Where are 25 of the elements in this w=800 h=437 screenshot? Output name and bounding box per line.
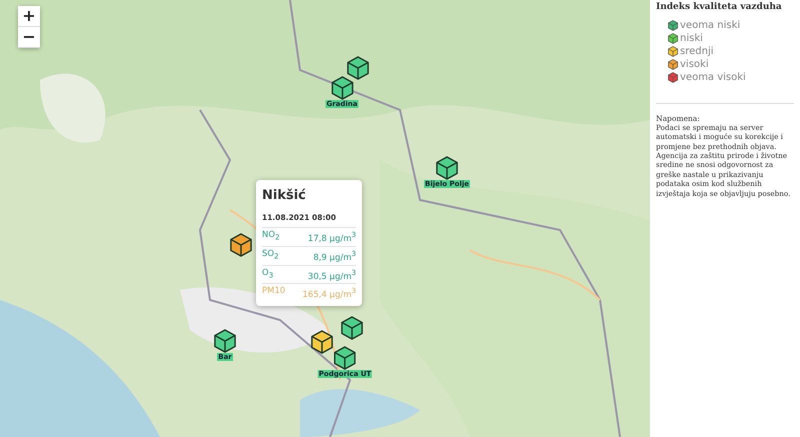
pollutant-name: SO$_{2}$ (262, 248, 279, 263)
legend-label: visoki (680, 59, 709, 70)
cube-marker-icon[interactable] (331, 76, 353, 100)
legend-label: veoma visoki (680, 72, 746, 83)
legend-label: niski (680, 33, 703, 44)
pollutant-name: PM10 (262, 286, 286, 298)
cube-marker-icon[interactable] (347, 56, 369, 80)
pollutant-name: NO$_{2}$ (262, 230, 280, 244)
cube-marker-icon[interactable] (230, 233, 252, 257)
pollutant-name: O$_{3}$ (262, 268, 274, 282)
cube-marker-icon[interactable] (311, 330, 333, 354)
pollutant-value: 8,9 µg/m$^{3}$ (313, 248, 356, 263)
zoom-out-button[interactable]: − (18, 27, 40, 48)
cube-marker-icon[interactable] (341, 316, 363, 340)
zoom-in-button[interactable]: + (18, 6, 40, 27)
pollutant-value: 30,5 µg/m$^{3}$ (308, 268, 356, 282)
cube-marker-icon[interactable] (214, 329, 236, 353)
pollutant-value: 165,4 µg/m$^{3}$ (302, 286, 356, 300)
legend-title: Indeks kvaliteta vazduha (656, 2, 783, 12)
cube-marker-icon[interactable] (334, 346, 356, 370)
legend-label: srednji (680, 46, 714, 57)
popup-title: Nikšić (262, 188, 307, 203)
cube-marker-icon[interactable] (436, 156, 458, 180)
legend-label: veoma niski (680, 20, 740, 31)
pollutant-value: 17,8 µg/m$^{3}$ (308, 230, 356, 244)
